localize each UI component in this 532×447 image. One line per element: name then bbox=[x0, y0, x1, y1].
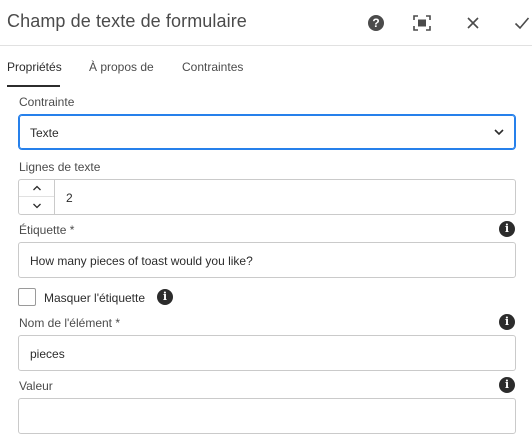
dialog-header: Champ de texte de formulaire ? bbox=[0, 0, 532, 46]
value-label: Valeur bbox=[19, 379, 53, 393]
hide-caption-checkbox[interactable] bbox=[18, 288, 36, 306]
tab-constraints[interactable]: Contraintes bbox=[182, 60, 243, 74]
caption-input[interactable]: How many pieces of toast would you like? bbox=[18, 242, 516, 278]
element-name-input[interactable]: pieces bbox=[18, 335, 516, 371]
chevron-down-icon bbox=[32, 203, 41, 208]
increment-button[interactable] bbox=[19, 180, 54, 197]
element-name-label: Nom de l'élément * bbox=[19, 316, 121, 330]
dialog-title: Champ de texte de formulaire bbox=[7, 11, 247, 31]
fullscreen-button[interactable] bbox=[411, 12, 433, 34]
close-icon bbox=[467, 17, 479, 29]
tab-about[interactable]: À propos de bbox=[89, 60, 154, 74]
element-name-info-icon[interactable]: i bbox=[499, 314, 515, 330]
fullscreen-icon bbox=[413, 15, 431, 31]
lines-stepper: 2 bbox=[18, 179, 516, 215]
tab-bar: Propriétés À propos de Contraintes bbox=[0, 46, 532, 87]
help-icon: ? bbox=[368, 15, 384, 31]
caption-info-icon[interactable]: i bbox=[499, 221, 515, 237]
constraint-selected-value: Texte bbox=[30, 126, 59, 140]
value-info-icon[interactable]: i bbox=[499, 377, 515, 393]
lines-label: Lignes de texte bbox=[19, 160, 101, 174]
constraint-label: Contrainte bbox=[19, 95, 75, 109]
close-button[interactable] bbox=[462, 12, 484, 34]
tab-properties[interactable]: Propriétés bbox=[7, 60, 62, 74]
caption-input-value: How many pieces of toast would you like? bbox=[30, 254, 253, 268]
hide-caption-label[interactable]: Masquer l'étiquette bbox=[44, 291, 145, 305]
element-name-input-value: pieces bbox=[30, 347, 65, 361]
constraint-select[interactable]: Texte bbox=[18, 114, 516, 150]
active-tab-indicator bbox=[7, 85, 60, 87]
decrement-button[interactable] bbox=[19, 197, 54, 214]
lines-input[interactable]: 2 bbox=[66, 191, 73, 205]
value-input[interactable] bbox=[18, 398, 516, 434]
help-button[interactable]: ? bbox=[365, 12, 387, 34]
caption-label: Étiquette * bbox=[19, 223, 75, 237]
hide-caption-info-icon[interactable]: i bbox=[157, 289, 173, 305]
chevron-up-icon bbox=[32, 185, 41, 191]
done-button[interactable] bbox=[511, 12, 532, 34]
chevron-down-icon bbox=[494, 129, 504, 136]
stepper-buttons bbox=[19, 180, 55, 214]
check-icon bbox=[514, 17, 530, 30]
